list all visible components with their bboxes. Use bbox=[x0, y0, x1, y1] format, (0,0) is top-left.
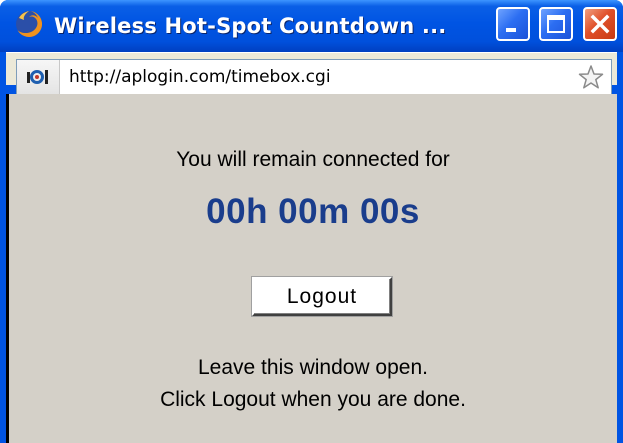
close-button[interactable] bbox=[583, 7, 617, 41]
minimize-icon bbox=[506, 28, 516, 32]
intro-text: You will remain connected for bbox=[176, 148, 450, 171]
maximize-button[interactable] bbox=[539, 7, 573, 41]
countdown-timer: 00h 00m 00s bbox=[206, 192, 420, 231]
address-bar: http://aplogin.com/timebox.cgi bbox=[6, 52, 617, 95]
site-favicon-icon bbox=[27, 70, 48, 84]
close-icon bbox=[590, 14, 610, 34]
star-icon[interactable] bbox=[577, 63, 605, 91]
window-title: Wireless Hot-Spot Countdown ... bbox=[54, 14, 447, 38]
site-identity-button[interactable] bbox=[17, 60, 60, 94]
title-bar[interactable]: Wireless Hot-Spot Countdown ... bbox=[0, 0, 623, 52]
maximize-icon bbox=[547, 15, 565, 33]
browser-window: Wireless Hot-Spot Countdown ... http://a… bbox=[0, 0, 623, 443]
instruction-line-2: Click Logout when you are done. bbox=[160, 388, 466, 411]
url-text: http://aplogin.com/timebox.cgi bbox=[69, 67, 331, 87]
minimize-button[interactable] bbox=[496, 7, 530, 41]
instruction-line-1: Leave this window open. bbox=[198, 356, 428, 379]
firefox-icon bbox=[16, 10, 43, 37]
page-content: You will remain connected for 00h 00m 00… bbox=[6, 94, 617, 443]
url-field[interactable]: http://aplogin.com/timebox.cgi bbox=[16, 59, 612, 95]
logout-button[interactable]: Logout bbox=[252, 277, 392, 316]
